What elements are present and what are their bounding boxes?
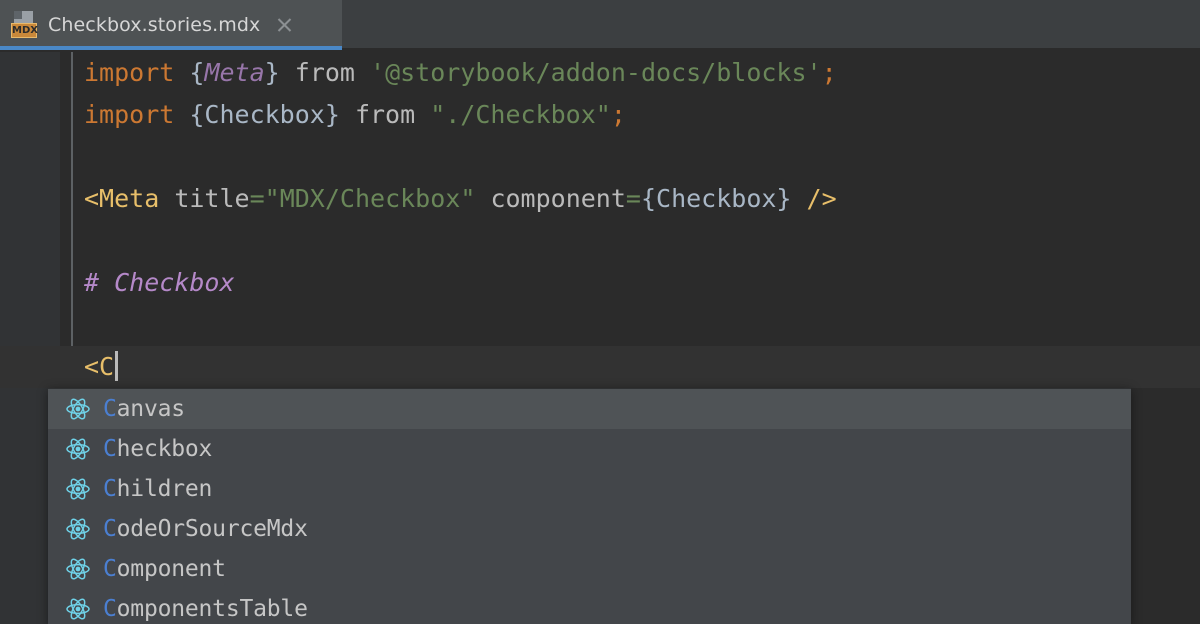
autocomplete-item-label: Canvas	[103, 396, 185, 422]
code-token: {Checkbox}	[189, 100, 340, 129]
mdx-file-icon-label: MDX	[11, 23, 37, 38]
autocomplete-item-checkbox[interactable]: Checkbox	[48, 429, 1131, 469]
code-token: import	[84, 58, 174, 87]
code-line-4[interactable]: <Meta title="MDX/Checkbox" component={Ch…	[0, 178, 1200, 220]
autocomplete-item-label: Component	[103, 556, 226, 582]
code-token: from	[280, 58, 370, 87]
mdx-file-icon: MDX	[10, 10, 38, 40]
code-token: />	[807, 184, 837, 213]
autocomplete-label-rest: heckbox	[117, 436, 213, 462]
autocomplete-match-prefix: C	[103, 596, 117, 622]
code-token	[174, 58, 189, 87]
react-component-icon	[65, 516, 91, 542]
code-token: <Meta	[84, 184, 159, 213]
react-component-icon	[65, 396, 91, 422]
code-token	[159, 184, 174, 213]
code-line-6[interactable]: # Checkbox	[0, 262, 1200, 304]
autocomplete-match-prefix: C	[103, 476, 117, 502]
autocomplete-match-prefix: C	[103, 516, 117, 542]
react-component-icon	[65, 556, 91, 582]
code-line-1[interactable]: import {Meta} from '@storybook/addon-doc…	[0, 52, 1200, 94]
active-tab-indicator	[0, 46, 342, 50]
editor-tab-checkbox-stories-mdx[interactable]: MDX Checkbox.stories.mdx	[0, 0, 342, 50]
autocomplete-label-rest: omponent	[117, 556, 226, 582]
code-token: '@storybook/addon-docs/blocks'	[370, 58, 822, 87]
autocomplete-label-rest: hildren	[117, 476, 213, 502]
text-caret	[115, 351, 118, 381]
autocomplete-item-component[interactable]: Component	[48, 549, 1131, 589]
code-token: component	[490, 184, 625, 213]
autocomplete-label-rest: omponentsTable	[117, 596, 308, 622]
code-line-2[interactable]: import {Checkbox} from "./Checkbox";	[0, 94, 1200, 136]
code-token: import	[84, 100, 174, 129]
close-icon[interactable]	[274, 15, 294, 35]
code-token	[174, 100, 189, 129]
code-token: {Checkbox}	[641, 184, 792, 213]
autocomplete-item-componentstable[interactable]: ComponentsTable	[48, 589, 1131, 624]
autocomplete-popup[interactable]: CanvasCheckboxChildrenCodeOrSourceMdxCom…	[48, 388, 1131, 624]
code-token: title	[174, 184, 249, 213]
code-token: =	[250, 184, 265, 213]
code-token: }	[265, 58, 280, 87]
code-line-3[interactable]	[0, 136, 1200, 178]
react-component-icon	[65, 476, 91, 502]
editor-tab-bar: MDX Checkbox.stories.mdx	[0, 0, 1200, 50]
code-token	[791, 184, 806, 213]
react-component-icon	[65, 436, 91, 462]
autocomplete-item-label: Checkbox	[103, 436, 212, 462]
autocomplete-label-rest: odeOrSourceMdx	[117, 516, 308, 542]
autocomplete-item-label: CodeOrSourceMdx	[103, 516, 308, 542]
code-token: from	[340, 100, 430, 129]
react-component-icon	[65, 596, 91, 622]
autocomplete-label-rest: anvas	[117, 396, 185, 422]
autocomplete-item-label: ComponentsTable	[103, 596, 308, 622]
code-token: "MDX/Checkbox"	[265, 184, 476, 213]
code-token: ;	[822, 58, 837, 87]
code-token: "./Checkbox"	[430, 100, 611, 129]
autocomplete-match-prefix: C	[103, 436, 117, 462]
code-token: Meta	[204, 58, 264, 87]
code-token: # Checkbox	[84, 268, 235, 297]
code-line-8[interactable]: <C	[0, 346, 1200, 388]
editor-tab-title: Checkbox.stories.mdx	[48, 14, 260, 36]
code-token	[475, 184, 490, 213]
autocomplete-item-children[interactable]: Children	[48, 469, 1131, 509]
code-token: ;	[611, 100, 626, 129]
code-token: <C	[84, 352, 114, 381]
code-token: {	[189, 58, 204, 87]
ide-window: MDX Checkbox.stories.mdx import {Meta} f…	[0, 0, 1200, 624]
autocomplete-item-canvas[interactable]: Canvas	[48, 389, 1131, 429]
code-line-7[interactable]	[0, 304, 1200, 346]
autocomplete-match-prefix: C	[103, 396, 117, 422]
autocomplete-match-prefix: C	[103, 556, 117, 582]
autocomplete-item-codeorsourcemdx[interactable]: CodeOrSourceMdx	[48, 509, 1131, 549]
autocomplete-item-label: Children	[103, 476, 212, 502]
code-token: =	[626, 184, 641, 213]
code-line-5[interactable]	[0, 220, 1200, 262]
